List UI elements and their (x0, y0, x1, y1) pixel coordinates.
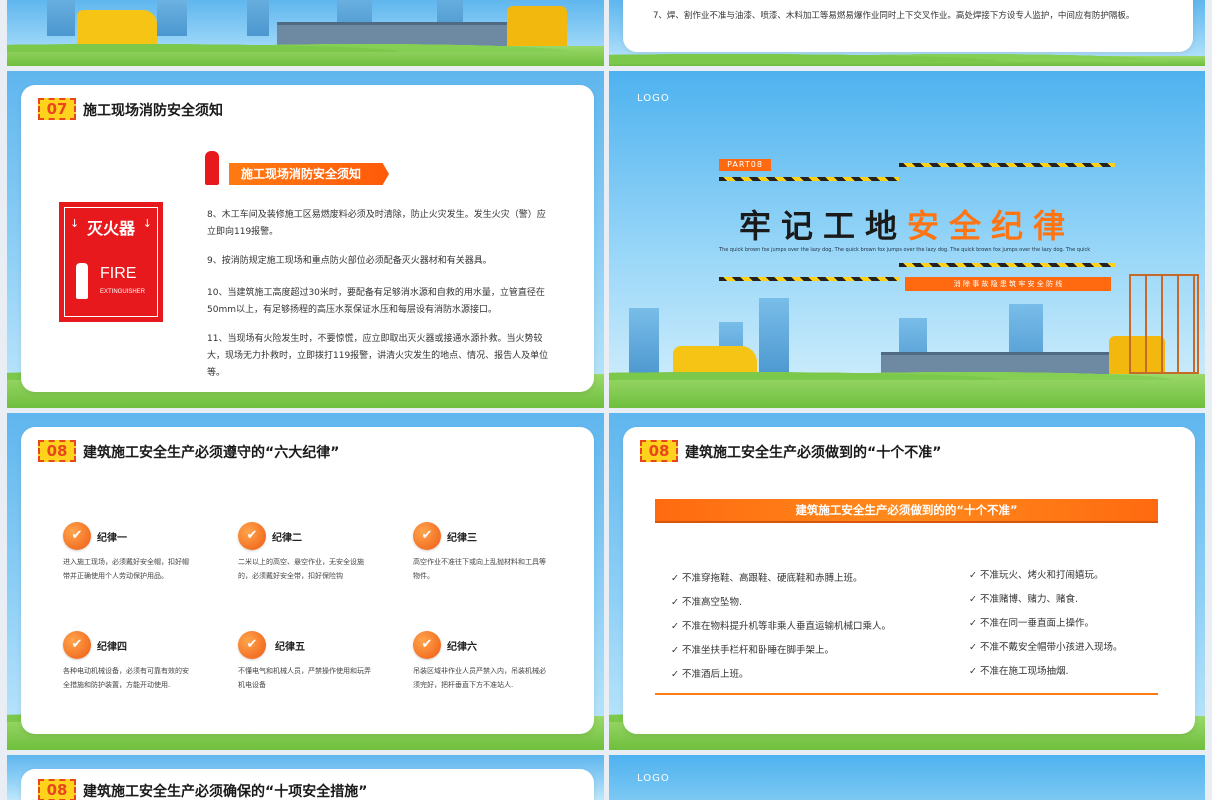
extinguisher-icon (76, 263, 88, 299)
check-icon: ✔ (413, 522, 441, 550)
sign-en-text: FIRE (100, 265, 137, 282)
arrow-down-icon: ↓ (142, 217, 152, 230)
section-ribbon: 施工现场消防安全须知 (229, 163, 389, 185)
rule-title: 纪律三 (447, 533, 477, 544)
subtitle: The quick brown fox jumps over the lazy … (719, 247, 1091, 253)
content-card: 07 施工现场消防安全须知 灭火器 ↓ ↓ FIRE EXTINGUISHER … (21, 85, 594, 392)
extinguisher-icon (205, 151, 219, 185)
logo: LOGO (637, 93, 670, 104)
checkmark-icon: ✓ (969, 666, 980, 677)
checkmark-icon: ✓ (969, 570, 980, 581)
section-number-badge: 08 (38, 440, 76, 462)
paragraph-item-9: 9、按消防规定施工现场和重点防火部位必须配备灭火器材和有关器具。 (207, 256, 492, 266)
slide-title: 建筑施工安全生产必须确保的“十项安全措施” (83, 784, 368, 800)
rule-desc: 二米以上的高空、悬空作业，无安全设施的，必须戴好安全带，扣好保险钩 (238, 558, 364, 580)
prohibition-item: ✓ 不准玩火、烤火和打闹嬉玩。 (969, 570, 1104, 581)
checkmark-icon: ✓ (671, 597, 682, 608)
checkmark-icon: ✓ (969, 594, 980, 605)
prohibition-item: ✓ 不准在施工现场抽烟. (969, 666, 1069, 677)
fire-extinguisher-sign: 灭火器 ↓ ↓ FIRE EXTINGUISHER (59, 202, 163, 322)
divider (655, 693, 1158, 695)
check-icon: ✔ (63, 631, 91, 659)
rule-desc: 不懂电气和机械人员，严禁操作使用和玩弄机电设备 (238, 667, 371, 689)
slide-08c[interactable]: 08 建筑施工安全生产必须确保的“十项安全措施” (7, 755, 604, 800)
checkmark-icon: ✓ (671, 645, 682, 656)
hazard-stripe (719, 277, 899, 281)
arrow-down-icon: ↓ (70, 217, 80, 230)
slide-07[interactable]: 07 施工现场消防安全须知 灭火器 ↓ ↓ FIRE EXTINGUISHER … (7, 71, 604, 408)
paragraph-item-10: 10、当建筑施工高度超过30米时，要配备有足够消水源和自救的用水量，立管直径在5… (207, 288, 545, 315)
slide-part08[interactable]: LOGO PART08 牢记工地安全纪律 The quick brown fox… (609, 71, 1205, 408)
city-building (247, 0, 269, 36)
rule-desc: 吊装区域非作业人员严禁入内，吊装机械必须完好，把杆垂直下方不准站人. (413, 667, 546, 689)
check-icon: ✔ (238, 631, 266, 659)
rule-title: 纪律五 (275, 642, 305, 653)
prohibition-item: ✓ 不准不戴安全帽带小孩进入现场。 (969, 642, 1123, 653)
ground (609, 48, 1205, 66)
check-icon: ✔ (413, 631, 441, 659)
prohibition-item: ✓ 不准坐扶手栏杆和卧睡在脚手架上。 (671, 645, 834, 656)
content-card: 7、焊、割作业不准与油漆、喷漆、木料加工等易燃易爆作业同时上下交叉作业。高处焊接… (623, 0, 1193, 52)
main-title-black: 牢记工地 (738, 207, 907, 245)
content-card: 08 建筑施工安全生产必须确保的“十项安全措施” (21, 769, 594, 800)
slide-top-left[interactable] (7, 0, 604, 66)
slide-bottom-right[interactable]: LOGO (609, 755, 1205, 800)
sign-en-small-text: EXTINGUISHER (100, 289, 146, 295)
ground (609, 366, 1205, 408)
check-icon: ✔ (63, 522, 91, 550)
content-card: 08 建筑施工安全生产必须遵守的“六大纪律” ✔ 纪律一 进入施工现场，必须戴好… (21, 427, 594, 734)
checkmark-icon: ✓ (671, 621, 682, 632)
city-building (157, 0, 187, 36)
checkmark-icon: ✓ (969, 642, 980, 653)
prohibition-item: ✓ 不准高空坠物. (671, 597, 743, 608)
slide-title: 施工现场消防安全须知 (83, 103, 223, 119)
rule-desc: 进入施工现场，必须戴好安全帽，扣好帽带并正确使用个人劳动保护用品。 (63, 558, 189, 580)
slide-title: 建筑施工安全生产必须做到的“十个不准” (685, 445, 942, 461)
ground (7, 38, 604, 66)
rule-title: 纪律一 (97, 533, 127, 544)
logo: LOGO (637, 773, 670, 784)
slide-title: 建筑施工安全生产必须遵守的“六大纪律” (83, 445, 340, 461)
rule-title: 纪律二 (272, 533, 302, 544)
main-title: 牢记工地安全纪律 (609, 201, 1205, 247)
rule-title: 纪律六 (447, 642, 477, 653)
slide-08a[interactable]: 08 建筑施工安全生产必须遵守的“六大纪律” ✔ 纪律一 进入施工现场，必须戴好… (7, 413, 604, 750)
main-title-orange: 安全纪律 (907, 207, 1076, 245)
slide-08b[interactable]: 08 建筑施工安全生产必须做到的“十个不准” 建筑施工安全生产必须做到的的“十个… (609, 413, 1205, 750)
prohibition-item: ✓ 不准穿拖鞋、高跟鞋、硬底鞋和赤膊上班。 (671, 573, 863, 584)
checkmark-icon: ✓ (671, 573, 682, 584)
prohibition-item: ✓ 不准酒后上班。 (671, 669, 749, 680)
prohibition-item: ✓ 不准在物料提升机等非乘人垂直运输机械口乘人。 (671, 621, 891, 632)
paragraph-item-8: 8、木工车间及装修施工区易燃废料必须及时清除，防止火灾发生。发生火灾（警）应立即… (207, 210, 546, 237)
city-building (47, 0, 75, 36)
rule-desc: 高空作业不准往下或向上乱抛材料和工具等物件。 (413, 558, 546, 580)
check-icon: ✔ (238, 522, 266, 550)
scaffold-icon (1129, 274, 1199, 374)
content-card: 08 建筑施工安全生产必须做到的“十个不准” 建筑施工安全生产必须做到的的“十个… (623, 427, 1195, 734)
section-number-badge: 08 (640, 440, 678, 462)
checkmark-icon: ✓ (671, 669, 682, 680)
rule-title: 纪律四 (97, 642, 127, 653)
section-banner: 建筑施工安全生产必须做到的的“十个不准” (655, 499, 1158, 521)
slide-top-right[interactable]: 7、焊、割作业不准与油漆、喷漆、木料加工等易燃易爆作业同时上下交叉作业。高处焊接… (609, 0, 1205, 66)
rule-desc: 各种电动机械设备，必须有可靠有效的安全措施和防护装置，方能开动使用. (63, 667, 189, 689)
section-number-badge: 08 (38, 779, 76, 800)
paragraph: 7、焊、割作业不准与油漆、喷漆、木料加工等易燃易爆作业同时上下交叉作业。高处焊接… (653, 11, 1135, 21)
prohibition-item: ✓ 不准在同一垂直面上操作。 (969, 618, 1094, 629)
section-number-badge: 07 (38, 98, 76, 120)
part-label: PART08 (719, 159, 771, 171)
slogan: 消 除 事 故 隐 患 筑 牢 安 全 防 线 (905, 277, 1111, 291)
hazard-stripe (899, 263, 1115, 267)
hazard-stripe (719, 177, 899, 181)
prohibition-item: ✓ 不准赌博、赌力、赌食. (969, 594, 1079, 605)
paragraph-item-11: 11、当现场有火险发生时，不要惊慌，应立即取出灭火器或接通水源扑救。当火势较大，… (207, 334, 549, 378)
hazard-stripe (899, 163, 1115, 167)
checkmark-icon: ✓ (969, 618, 980, 629)
